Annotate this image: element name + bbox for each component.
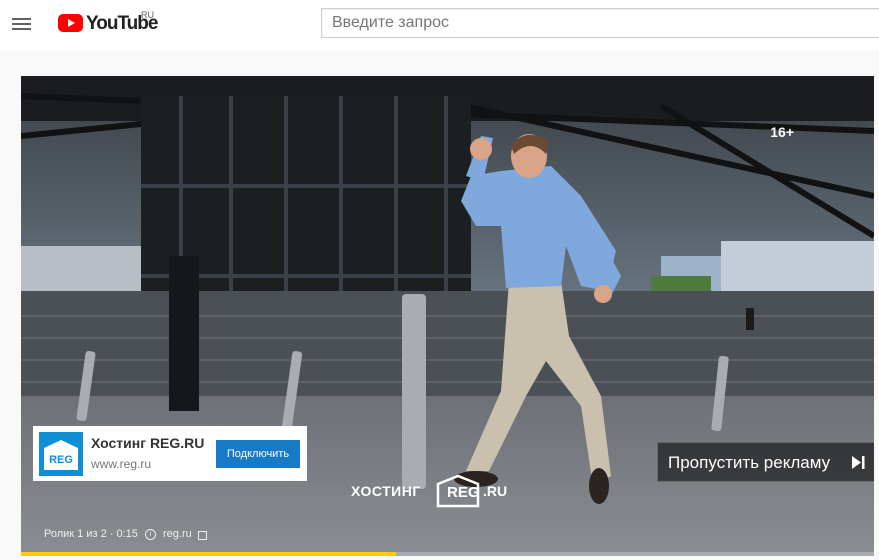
- brand-hosting-text: ХОСТИНГ: [351, 483, 421, 499]
- search-input[interactable]: [322, 9, 879, 37]
- external-link-icon[interactable]: [197, 530, 207, 540]
- brand-ru-text: .RU: [483, 483, 508, 499]
- ad-title[interactable]: Хостинг REG.RU: [91, 435, 204, 451]
- skip-next-icon: [852, 456, 865, 469]
- ad-card[interactable]: REG Хостинг REG.RU www.reg.ru Подключить: [33, 426, 307, 481]
- ad-domain-link[interactable]: reg.ru: [163, 528, 192, 540]
- menu-icon[interactable]: [12, 15, 32, 35]
- logo-country-code: RU: [141, 10, 154, 20]
- ad-info-bar: Ролик 1 из 2 · 0:15 i reg.ru: [44, 528, 207, 540]
- connect-button[interactable]: Подключить: [216, 440, 300, 468]
- ad-counter: Ролик 1 из 2 · 0:15: [44, 528, 138, 541]
- skip-ad-label: Пропустить рекламу: [668, 453, 831, 472]
- ad-icon-text: REG: [49, 454, 73, 466]
- youtube-logo[interactable]: YouTube RU: [58, 10, 168, 36]
- search-box: [321, 8, 879, 38]
- video-player[interactable]: 16+ REG Хостинг REG.RU www.reg.ru Подклю…: [21, 76, 874, 556]
- brand-reg-text: REG: [447, 484, 480, 501]
- reg-ru-logo-icon: REG: [39, 432, 83, 476]
- ad-progress-track[interactable]: [21, 552, 874, 556]
- info-icon[interactable]: i: [144, 528, 156, 540]
- skip-ad-button[interactable]: Пропустить рекламу: [657, 442, 874, 482]
- ad-url[interactable]: www.reg.ru: [91, 457, 151, 471]
- age-rating-badge: 16+: [770, 124, 794, 140]
- masthead: YouTube RU: [0, 0, 879, 50]
- ad-progress-fill: [21, 552, 397, 556]
- youtube-play-icon: [58, 14, 83, 32]
